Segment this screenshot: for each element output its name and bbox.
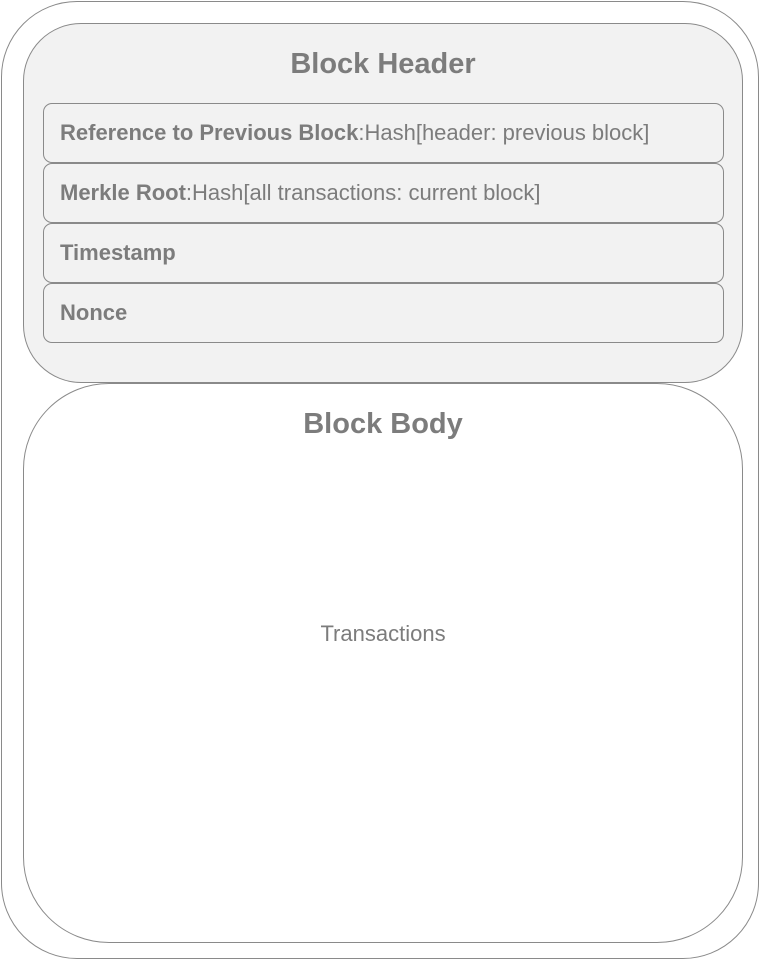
block-header-title: Block Header [290, 48, 476, 80]
field-name: Reference to Previous Block [60, 120, 359, 145]
block-body-title: Block Body [303, 408, 463, 440]
field-name: Nonce [60, 300, 128, 325]
transactions-label: Transactions [320, 621, 446, 646]
field-timestamp: Timestamp [43, 223, 724, 283]
field-name: Timestamp [60, 240, 176, 265]
field-nonce: Nonce [43, 283, 724, 343]
field-value: Hash[header: previous block] [364, 120, 650, 145]
field-merkle-root: Merkle Root: Hash[all transactions: curr… [43, 163, 724, 223]
block-header-section: Block Header Reference to Previous Block… [23, 23, 743, 383]
block-container: Block Header Reference to Previous Block… [1, 1, 759, 959]
block-body-section: Block Body Transactions [23, 383, 743, 943]
field-value: Hash[all transactions: current block] [192, 180, 541, 205]
field-previous-block-reference: Reference to Previous Block: Hash[header… [43, 103, 724, 163]
field-name: Merkle Root [60, 180, 186, 205]
